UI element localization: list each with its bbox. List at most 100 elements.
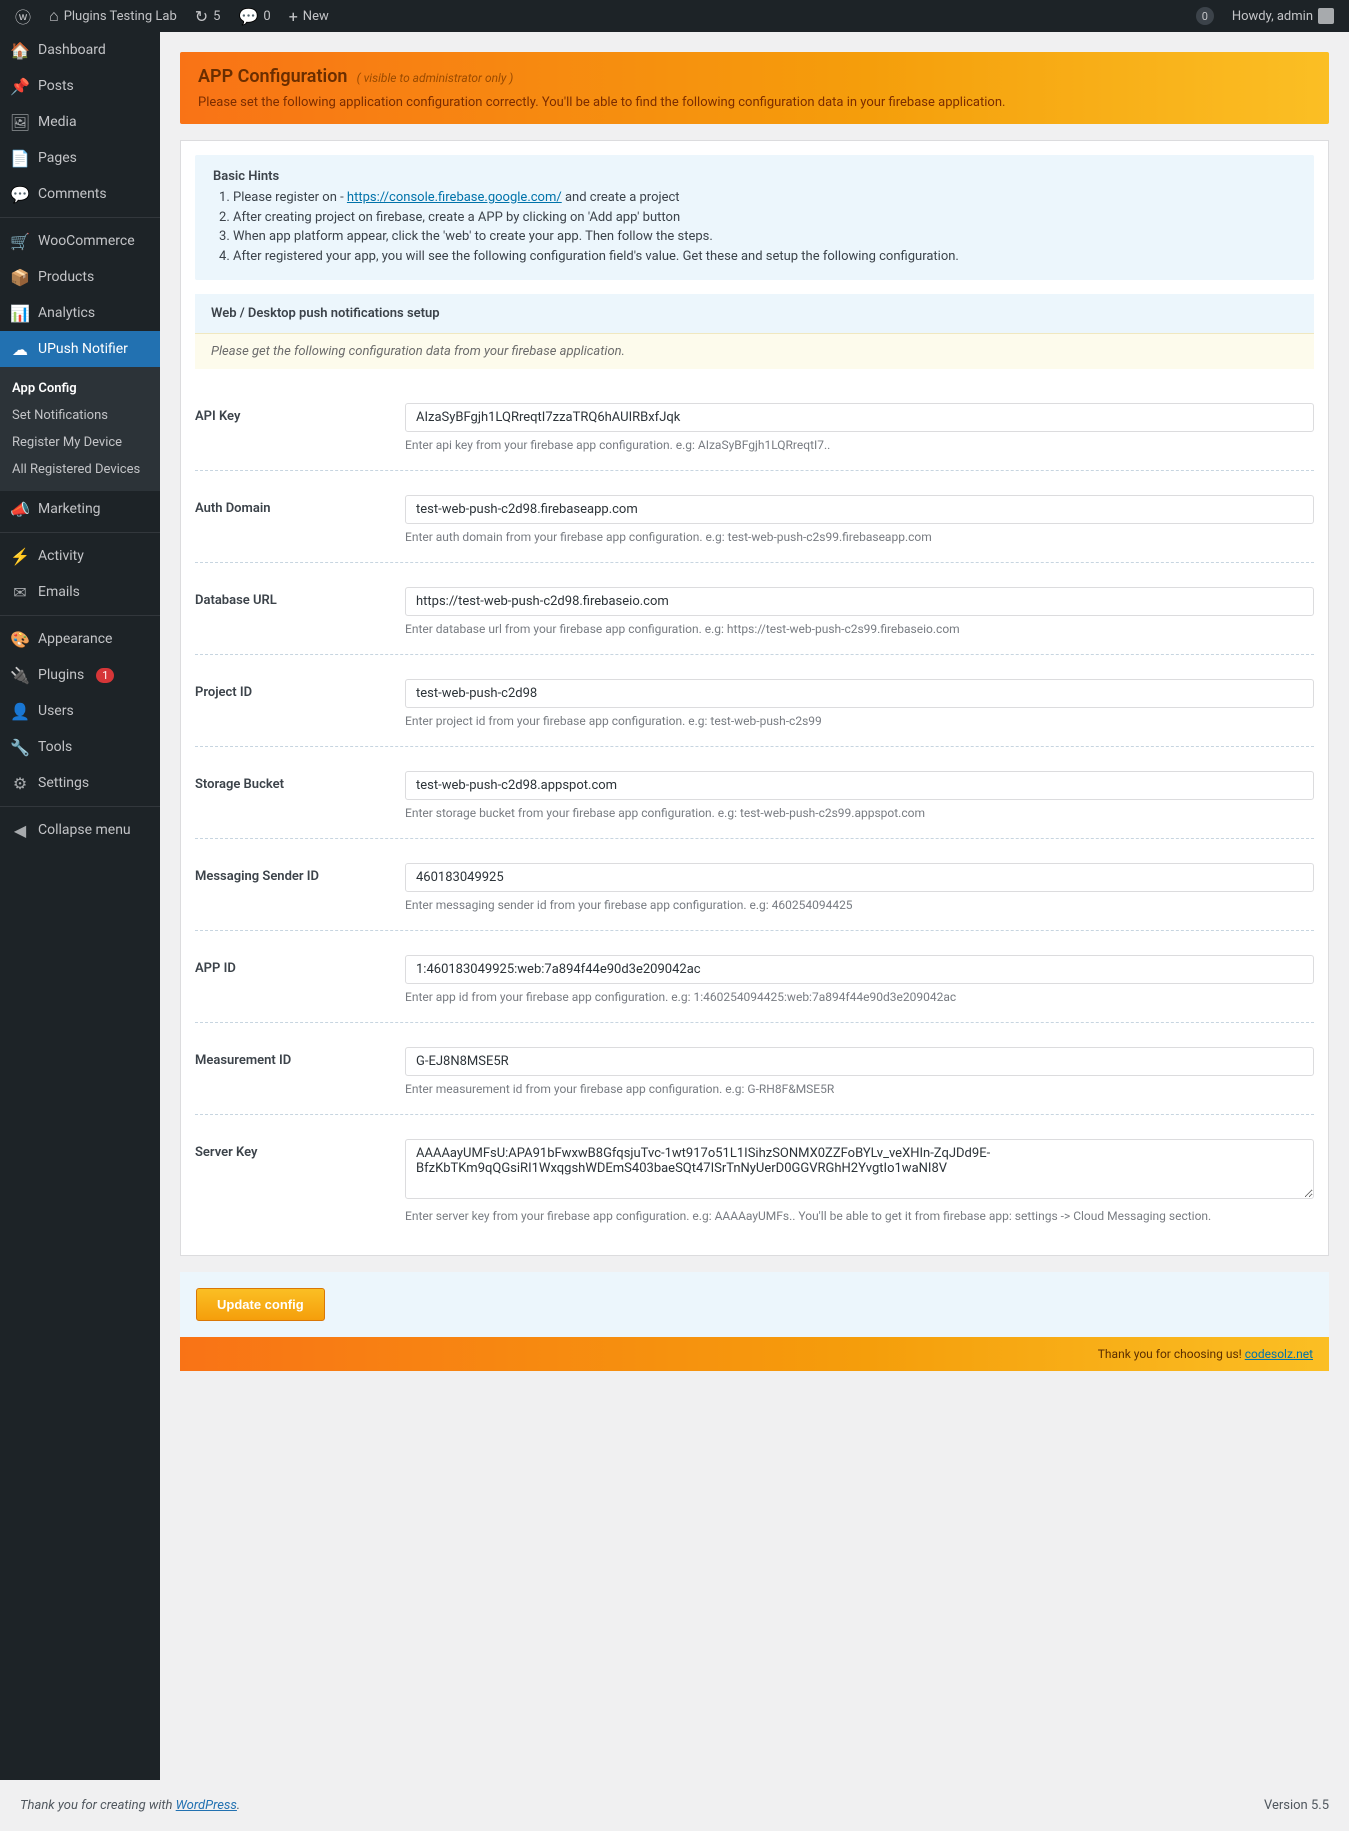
form-row: Database URLEnter database url from your… — [195, 563, 1314, 655]
menu-label: Settings — [38, 775, 89, 791]
wp-logo[interactable]: ⓦ — [8, 0, 38, 32]
menu-icon: 📊 — [10, 303, 30, 323]
field-help: Enter app id from your firebase app conf… — [405, 990, 1314, 1004]
plus-icon: + — [289, 7, 298, 26]
notifications[interactable]: 0 — [1189, 0, 1221, 32]
menu-item-comments[interactable]: 💬 Comments — [0, 176, 160, 212]
menu-item-activity[interactable]: ⚡ Activity — [0, 538, 160, 574]
menu-label: Activity — [38, 548, 84, 564]
measurement-id-input[interactable] — [405, 1047, 1314, 1076]
server-key-input[interactable]: AAAAayUMFsU:APA91bFwxwB8GfqsjuTvc-1wt917… — [405, 1139, 1314, 1199]
menu-item-tools[interactable]: 🔧Tools — [0, 729, 160, 765]
form-row: Measurement IDEnter measurement id from … — [195, 1023, 1314, 1115]
form-row: Auth DomainEnter auth domain from your f… — [195, 471, 1314, 563]
menu-icon: ⚙ — [10, 773, 30, 793]
refresh-icon: ↻ — [195, 7, 208, 26]
menu-label: WooCommerce — [38, 233, 135, 249]
hints-title: Basic Hints — [213, 169, 1296, 184]
api-key-input[interactable] — [405, 403, 1314, 432]
menu-label: Users — [38, 703, 74, 719]
menu-icon: 💬 — [10, 184, 30, 204]
firebase-console-link[interactable]: https://console.firebase.google.com/ — [347, 190, 562, 205]
menu-item-analytics[interactable]: 📊 Analytics — [0, 295, 160, 331]
menu-item-media[interactable]: 🖼 Media — [0, 104, 160, 140]
section-title: Web / Desktop push notifications setup — [195, 294, 1314, 333]
page-desc: Please set the following application con… — [198, 95, 1311, 110]
field-help: Enter messaging sender id from your fire… — [405, 898, 1314, 912]
menu-item-emails[interactable]: ✉Emails — [0, 574, 160, 610]
site-name[interactable]: ⌂Plugins Testing Lab — [42, 0, 184, 32]
submenu-item-register-my-device[interactable]: Register My Device — [0, 429, 160, 456]
menu-icon: 🔧 — [10, 737, 30, 757]
menu-item-upush-notifier[interactable]: ☁UPush Notifier — [0, 331, 160, 367]
hint-1: Please register on - https://console.fir… — [233, 188, 1296, 208]
database-url-input[interactable] — [405, 587, 1314, 616]
app-id-input[interactable] — [405, 955, 1314, 984]
comments[interactable]: 💬0 — [231, 0, 277, 32]
storage-bucket-input[interactable] — [405, 771, 1314, 800]
hints-box: Basic Hints Please register on - https:/… — [195, 155, 1314, 280]
hint-2: After creating project on firebase, crea… — [233, 208, 1296, 228]
menu-item-pages[interactable]: 📄Pages — [0, 140, 160, 176]
menu-icon: 🛒 — [10, 231, 30, 251]
menu-item-dashboard[interactable]: 🏠Dashboard — [0, 32, 160, 68]
wordpress-icon: ⓦ — [15, 4, 31, 28]
field-label: Storage Bucket — [195, 771, 405, 820]
updates[interactable]: ↻5 — [188, 0, 228, 32]
menu-icon: 📌 — [10, 76, 30, 96]
codesolz-link[interactable]: codesolz.net — [1245, 1347, 1313, 1361]
field-help: Enter database url from your firebase ap… — [405, 622, 1314, 636]
page-header: APP Configuration ( visible to administr… — [180, 52, 1329, 124]
menu-icon: ✉ — [10, 582, 30, 602]
field-label: API Key — [195, 403, 405, 452]
wordpress-link[interactable]: WordPress — [176, 1798, 237, 1813]
project-id-input[interactable] — [405, 679, 1314, 708]
field-help: Enter api key from your firebase app con… — [405, 438, 1314, 452]
menu-item-posts[interactable]: 📌Posts — [0, 68, 160, 104]
submenu-item-set-notifications[interactable]: Set Notifications — [0, 402, 160, 429]
menu-item-users[interactable]: 👤 Users — [0, 693, 160, 729]
menu-icon: 📄 — [10, 148, 30, 168]
field-label: Auth Domain — [195, 495, 405, 544]
menu-item-woocommerce[interactable]: 🛒 WooCommerce — [0, 223, 160, 259]
form-row: Messaging Sender IDEnter messaging sende… — [195, 839, 1314, 931]
menu-label: Marketing — [38, 501, 101, 517]
site-name-label: Plugins Testing Lab — [64, 9, 177, 24]
menu-icon: 🖼 — [10, 112, 30, 132]
bell-badge: 0 — [1196, 7, 1214, 25]
plugin-footer: Thank you for choosing us! codesolz.net — [180, 1337, 1329, 1371]
field-help: Enter project id from your firebase app … — [405, 714, 1314, 728]
form-row: Storage BucketEnter storage bucket from … — [195, 747, 1314, 839]
menu-icon: ☁ — [10, 339, 30, 359]
field-label: Database URL — [195, 587, 405, 636]
updates-count: 5 — [213, 9, 220, 24]
section-note: Please get the following configuration d… — [195, 333, 1314, 369]
menu-item-settings[interactable]: ⚙ Settings — [0, 765, 160, 801]
menu-label: Analytics — [38, 305, 95, 321]
field-help: Enter auth domain from your firebase app… — [405, 530, 1314, 544]
messaging-sender-id-input[interactable] — [405, 863, 1314, 892]
submenu-item-all-registered-devices[interactable]: All Registered Devices — [0, 456, 160, 483]
menu-icon: ⚡ — [10, 546, 30, 566]
version-label: Version 5.5 — [1264, 1798, 1329, 1813]
menu-item-products[interactable]: 📦Products — [0, 259, 160, 295]
field-label: Server Key — [195, 1139, 405, 1223]
my-account[interactable]: Howdy, admin — [1225, 0, 1341, 32]
admin-bar: ⓦ ⌂Plugins Testing Lab ↻5 💬0 +New 0 Howd… — [0, 0, 1349, 32]
menu-item-marketing[interactable]: 📣 Marketing — [0, 491, 160, 527]
form-row: Server KeyAAAAayUMFsU:APA91bFwxwB8Gfqsju… — [195, 1115, 1314, 1241]
field-help: Enter server key from your firebase app … — [405, 1209, 1314, 1223]
menu-item-collapse-menu[interactable]: ◀Collapse menu — [0, 812, 160, 848]
menu-label: Media — [38, 114, 77, 130]
menu-icon: 📣 — [10, 499, 30, 519]
menu-icon: 👤 — [10, 701, 30, 721]
submenu-item-app-config[interactable]: App Config — [0, 375, 160, 402]
auth-domain-input[interactable] — [405, 495, 1314, 524]
menu-item-appearance[interactable]: 🎨Appearance — [0, 621, 160, 657]
menu-icon: 🏠 — [10, 40, 30, 60]
menu-label: Comments — [38, 186, 107, 202]
menu-item-plugins[interactable]: 🔌Plugins1 — [0, 657, 160, 693]
submit-bar: Update config — [180, 1272, 1329, 1337]
new-content[interactable]: +New — [282, 0, 336, 32]
update-config-button[interactable]: Update config — [196, 1288, 325, 1321]
